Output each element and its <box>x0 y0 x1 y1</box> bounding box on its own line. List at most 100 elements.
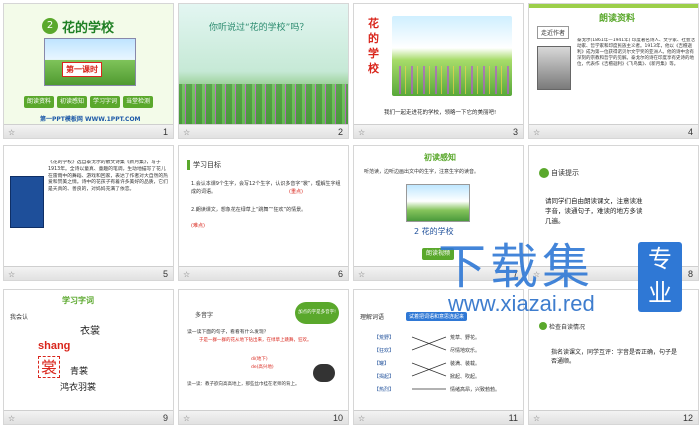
slide-11-connector-lines <box>411 336 447 390</box>
slide-7-card-label: 2 花的学校 <box>414 227 454 236</box>
slide-7-footer-bar: ☆ 7 <box>354 266 523 280</box>
slide-2-question: 你听说过“花的学校”吗？ <box>209 23 309 33</box>
slide-9-word-2: 鸿衣羽裳 <box>60 383 97 393</box>
star-icon: ☆ <box>358 128 366 137</box>
slide-4-author-portrait <box>537 46 571 90</box>
slide-8-tag: 自读提示 <box>551 169 579 177</box>
slide-9-word: 衣裳 <box>80 326 100 337</box>
slide-4-bio: 泰戈尔(1861年—1941年) 印度著名诗人、文学家、社会活动家、哲学家和印度… <box>577 38 695 67</box>
slide-8-tag-icon <box>539 168 549 178</box>
slide-3-thumbnail[interactable]: 花的学校 我们一起走进花的学校，领略一下它的美丽吧! ☆ 3 <box>353 3 524 139</box>
slide-4-tag: 走近作者 <box>537 26 570 39</box>
slide-10-bubble: 加点的字是多音字! <box>295 302 339 324</box>
slide-10-cartoon-icon <box>313 364 335 382</box>
slide-3-flowers <box>394 66 510 94</box>
slide-1-footer-bar: ☆ 1 <box>4 124 173 138</box>
slide-2-thumbnail[interactable]: 你听说过“花的学校”吗？ ☆ 2 <box>178 3 349 139</box>
slide-6-goal-2: 2.朗读课文，想象花在绿草上“跳舞”“狂欢”的情景。 <box>191 207 307 213</box>
slide-5-number: 5 <box>162 269 168 279</box>
slide-9-footer-bar: ☆ 9 <box>4 410 173 424</box>
slide-6-thumbnail[interactable]: 学习目标 1.会认本课9个生字，会写12个生字，认识多音字“裳”，理解生字组成的… <box>178 145 349 281</box>
slide-12-tag-icon <box>539 322 547 330</box>
slide-11-left-term: 【揭起】 <box>374 374 395 380</box>
slide-11-tag: 理解词语 <box>360 314 385 321</box>
slide-11-left-column: 【荒野】 【狂欢】 【罐】 【揭起】 【热烈】 <box>374 334 414 399</box>
slide-9-pinyin: shang <box>38 340 71 352</box>
slide-8-number: 8 <box>687 269 693 279</box>
slide-1-title: 花的学校 <box>62 21 115 36</box>
slide-11-right-meaning: 尽情地欢乐。 <box>450 348 481 354</box>
slide-9-number: 9 <box>162 413 168 423</box>
slide-5-footer-bar: ☆ 5 <box>4 266 173 280</box>
star-icon: ☆ <box>8 128 16 137</box>
slide-9-thumbnail[interactable]: 学习字词 我会认 衣裳 shang 裳 青裳 鸿衣羽裳 ☆ 9 <box>3 289 174 425</box>
slide-9-char: 裳 <box>38 356 60 378</box>
slide-11-thumbnail[interactable]: 理解词语 试着把词语和意思连起来 【荒野】 【狂欢】 【罐】 【揭起】 【热烈】… <box>353 289 524 425</box>
slide-11-right-meaning: 荒草、野花。 <box>450 335 481 341</box>
slide-sorter-grid: 2 花的学校 第一课时 朗读资料 初读感知 学习字词 当堂检测 第一PPT模板网… <box>0 0 700 431</box>
slide-10-footer-bar: ☆ 10 <box>179 410 348 424</box>
slide-1-thumbnail[interactable]: 2 花的学校 第一课时 朗读资料 初读感知 学习字词 当堂检测 第一PPT模板网… <box>3 3 174 139</box>
slide-7-number: 7 <box>512 269 518 279</box>
slide-10-sentence-1: 于是一群一群的花从地下钻出来，在绿草上跳舞，狂欢。 <box>199 338 312 343</box>
slide-3-number: 3 <box>512 127 518 137</box>
star-icon: ☆ <box>358 414 366 423</box>
slide-11-right-meaning: 装满、装载。 <box>450 361 481 367</box>
star-icon: ☆ <box>8 270 16 279</box>
slide-1-number: 1 <box>162 127 168 137</box>
slide-3-vertical-title: 花的学校 <box>368 17 379 75</box>
slide-12-tag: 检查自读情况 <box>549 324 586 331</box>
slide-2-number: 2 <box>337 127 343 137</box>
slide-8-hint: 请同学们自由朗读课文，注意读准字音，读通句子，难读的地方多读几遍。 <box>545 197 643 225</box>
slide-11-right-meaning: 情绪高昂，兴致勃勃。 <box>450 387 501 393</box>
star-icon: ☆ <box>183 128 191 137</box>
slide-2-flower-field <box>179 84 348 126</box>
slide-1-button-words[interactable]: 学习字词 <box>90 96 120 108</box>
slide-4-number: 4 <box>687 127 693 137</box>
slide-12-thumbnail[interactable]: 检查自读情况 指名读课文，同学互评：字音是否正确，句子是否通顺。 ☆ 12 <box>528 289 699 425</box>
slide-6-goal-2-tag: (难点) <box>191 223 205 229</box>
slide-7-video-button[interactable]: 朗读视频 <box>422 248 454 260</box>
slide-8-footer-bar: ☆ 8 <box>529 266 698 280</box>
slide-5-text: 《花的学校》选自泰戈尔的散文诗集《新月集》，写于1913年。全诗以童真、童趣的笔… <box>48 160 168 193</box>
slide-5-book-cover <box>10 176 44 228</box>
slide-1-button-reading[interactable]: 朗读资料 <box>24 96 54 108</box>
star-icon: ☆ <box>533 128 541 137</box>
slide-11-left-term: 【热烈】 <box>374 387 395 393</box>
slide-7-heading: 初读感知 <box>424 153 456 162</box>
slide-1-footer-text: 第一PPT模板网 WWW.1PPT.COM <box>40 116 141 123</box>
slide-4-thumbnail[interactable]: 朗读资料 走近作者 泰戈尔(1861年—1941年) 印度著名诗人、文学家、社会… <box>528 3 699 139</box>
slide-10-thumbnail[interactable]: 多音字 加点的字是多音字! 读一读下面的句子，看看有什么发现？ 于是一群一群的花… <box>178 289 349 425</box>
slide-10-tag: 多音字 <box>195 312 214 319</box>
slide-9-tag: 我会认 <box>10 314 29 321</box>
slide-1-lesson-tag: 第一课时 <box>62 62 102 77</box>
slide-2-footer-bar: ☆ 2 <box>179 124 348 138</box>
slide-10-number: 10 <box>332 413 343 423</box>
slide-6-footer-bar: ☆ 6 <box>179 266 348 280</box>
slide-1-button-test[interactable]: 当堂检测 <box>123 96 153 108</box>
slide-7-thumbnail[interactable]: 初读感知 听范读，边听边画出文中的生字，注意生字的读音。 2 花的学校 朗读视频… <box>353 145 524 281</box>
slide-12-footer-bar: ☆ 12 <box>529 410 698 424</box>
slide-10-question: 读一读下面的句子，看看有什么发现？ <box>187 330 269 335</box>
slide-10-pinyin-1: dì(地下) <box>251 357 268 362</box>
slide-11-number: 11 <box>508 413 518 423</box>
slide-4-top-band <box>529 4 698 8</box>
slide-1-button-preview[interactable]: 初读感知 <box>57 96 87 108</box>
slide-11-left-term: 【罐】 <box>374 361 390 367</box>
slide-11-left-term: 【狂欢】 <box>374 348 395 354</box>
slide-6-heading: 学习目标 <box>193 161 221 169</box>
slide-1-badge: 2 <box>42 18 58 34</box>
slide-10-pinyin-2: de(高兴地) <box>251 365 274 370</box>
slide-6-number: 6 <box>337 269 343 279</box>
star-icon: ☆ <box>183 270 191 279</box>
slide-11-footer-bar: ☆ 11 <box>354 410 523 424</box>
slide-6-heading-bar <box>187 160 190 170</box>
slide-6-goal-1: 1.会认本课9个生字，会写12个生字，认识多音字“裳”，理解生字组成的词语。 <box>191 181 341 195</box>
slide-12-text: 指名读课文，同学互评：字音是否正确，句子是否通顺。 <box>551 349 678 365</box>
slide-12-number: 12 <box>682 413 693 423</box>
slide-5-thumbnail[interactable]: 《花的学校》选自泰戈尔的散文诗集《新月集》，写于1913年。全诗以童真、童趣的笔… <box>3 145 174 281</box>
slide-9-word-1: 青裳 <box>70 367 89 377</box>
slide-8-thumbnail[interactable]: 自读提示 请同学们自由朗读课文，注意读准字音，读通句子，难读的地方多读几遍。 ☆… <box>528 145 699 281</box>
slide-6-goal-1-tag: (重点) <box>289 189 303 195</box>
slide-11-right-column: 荒草、野花。 尽情地欢乐。 装满、装载。 掀起、吹起。 情绪高昂，兴致勃勃。 <box>450 334 520 399</box>
